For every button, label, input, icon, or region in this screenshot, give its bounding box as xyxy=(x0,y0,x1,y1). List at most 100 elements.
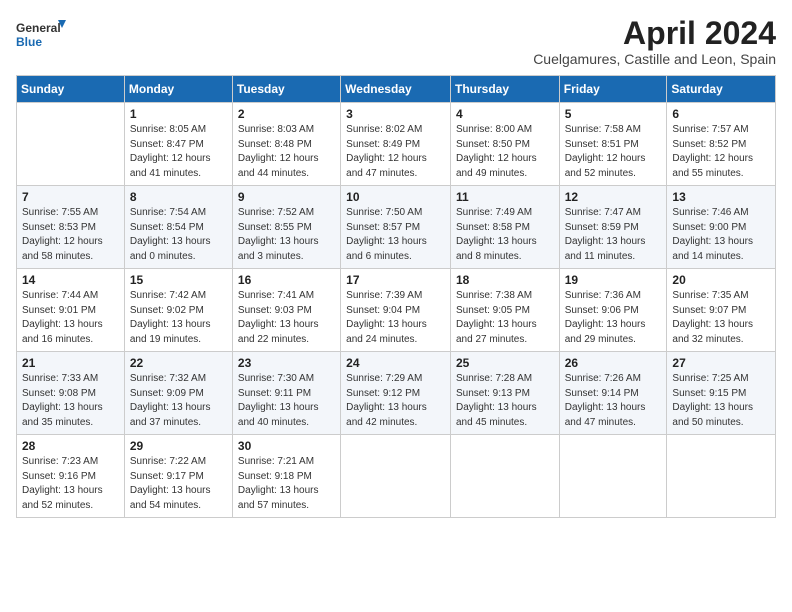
day-number: 16 xyxy=(238,273,335,287)
day-info: Sunrise: 7:41 AM Sunset: 9:03 PM Dayligh… xyxy=(238,289,335,347)
day-info: Sunrise: 7:39 AM Sunset: 9:04 PM Dayligh… xyxy=(346,289,445,347)
day-number: 4 xyxy=(456,107,554,121)
day-info: Sunrise: 7:36 AM Sunset: 9:06 PM Dayligh… xyxy=(565,289,662,347)
calendar-cell xyxy=(559,435,667,518)
calendar-cell xyxy=(450,435,559,518)
calendar-cell: 15Sunrise: 7:42 AM Sunset: 9:02 PM Dayli… xyxy=(124,269,232,352)
calendar-week-row: 14 Sunrise: 7:44 AM Sunset: 9:01 PM Dayli… xyxy=(17,269,776,352)
page-subtitle: Cuelgamures, Castille and Leon, Spain xyxy=(533,51,776,67)
day-info: Sunrise: 7:29 AM Sunset: 9:12 PM Dayligh… xyxy=(346,372,445,430)
calendar-cell: 24 Sunrise: 7:29 AM Sunset: 9:12 PM Dayli… xyxy=(341,352,451,435)
calendar-cell: 29 Sunrise: 7:22 AM Sunset: 9:17 PM Dayli… xyxy=(124,435,232,518)
calendar-cell: 19 Sunrise: 7:36 AM Sunset: 9:06 PM Dayli… xyxy=(559,269,667,352)
day-number: 2 xyxy=(238,107,335,121)
svg-text:General: General xyxy=(16,21,61,35)
day-number: 28 xyxy=(22,439,119,453)
calendar-cell: 3Sunrise: 8:02 AM Sunset: 8:49 PM Daylig… xyxy=(341,103,451,186)
title-block: April 2024 Cuelgamures, Castille and Leo… xyxy=(533,16,776,67)
day-number: 1 xyxy=(130,107,227,121)
calendar-cell: 17Sunrise: 7:39 AM Sunset: 9:04 PM Dayli… xyxy=(341,269,451,352)
day-info: Sunrise: 7:46 AM Sunset: 9:00 PM Dayligh… xyxy=(672,206,770,264)
calendar-week-row: 7Sunrise: 7:55 AM Sunset: 8:53 PM Daylig… xyxy=(17,186,776,269)
day-info: Sunrise: 7:38 AM Sunset: 9:05 PM Dayligh… xyxy=(456,289,554,347)
calendar-cell: 8 Sunrise: 7:54 AM Sunset: 8:54 PM Daylig… xyxy=(124,186,232,269)
day-number: 26 xyxy=(565,356,662,370)
calendar-cell: 23Sunrise: 7:30 AM Sunset: 9:11 PM Dayli… xyxy=(232,352,340,435)
day-info: Sunrise: 7:54 AM Sunset: 8:54 PM Dayligh… xyxy=(130,206,227,264)
day-info: Sunrise: 8:00 AM Sunset: 8:50 PM Dayligh… xyxy=(456,123,554,181)
day-number: 22 xyxy=(130,356,227,370)
logo: General Blue xyxy=(16,16,66,56)
day-info: Sunrise: 7:50 AM Sunset: 8:57 PM Dayligh… xyxy=(346,206,445,264)
day-info: Sunrise: 8:05 AM Sunset: 8:47 PM Dayligh… xyxy=(130,123,227,181)
svg-text:Blue: Blue xyxy=(16,35,42,49)
day-info: Sunrise: 7:30 AM Sunset: 9:11 PM Dayligh… xyxy=(238,372,335,430)
day-number: 30 xyxy=(238,439,335,453)
calendar-header-friday: Friday xyxy=(559,76,667,103)
calendar-cell: 4 Sunrise: 8:00 AM Sunset: 8:50 PM Daylig… xyxy=(450,103,559,186)
calendar-cell: 25 Sunrise: 7:28 AM Sunset: 9:13 PM Dayli… xyxy=(450,352,559,435)
calendar-cell: 7Sunrise: 7:55 AM Sunset: 8:53 PM Daylig… xyxy=(17,186,125,269)
calendar-cell: 10Sunrise: 7:50 AM Sunset: 8:57 PM Dayli… xyxy=(341,186,451,269)
calendar-cell: 2 Sunrise: 8:03 AM Sunset: 8:48 PM Daylig… xyxy=(232,103,340,186)
day-number: 25 xyxy=(456,356,554,370)
calendar-cell xyxy=(17,103,125,186)
day-number: 9 xyxy=(238,190,335,204)
day-info: Sunrise: 7:55 AM Sunset: 8:53 PM Dayligh… xyxy=(22,206,119,264)
calendar-cell: 11 Sunrise: 7:49 AM Sunset: 8:58 PM Dayli… xyxy=(450,186,559,269)
calendar-cell xyxy=(667,435,776,518)
day-number: 29 xyxy=(130,439,227,453)
day-number: 13 xyxy=(672,190,770,204)
day-number: 24 xyxy=(346,356,445,370)
calendar-cell: 5 Sunrise: 7:58 AM Sunset: 8:51 PM Daylig… xyxy=(559,103,667,186)
calendar-week-row: 21 Sunrise: 7:33 AM Sunset: 9:08 PM Dayli… xyxy=(17,352,776,435)
day-info: Sunrise: 7:42 AM Sunset: 9:02 PM Dayligh… xyxy=(130,289,227,347)
day-info: Sunrise: 7:44 AM Sunset: 9:01 PM Dayligh… xyxy=(22,289,119,347)
day-info: Sunrise: 8:03 AM Sunset: 8:48 PM Dayligh… xyxy=(238,123,335,181)
logo-svg: General Blue xyxy=(16,16,66,56)
calendar-table: SundayMondayTuesdayWednesdayThursdayFrid… xyxy=(16,75,776,518)
calendar-cell: 16 Sunrise: 7:41 AM Sunset: 9:03 PM Dayli… xyxy=(232,269,340,352)
calendar-cell: 9Sunrise: 7:52 AM Sunset: 8:55 PM Daylig… xyxy=(232,186,340,269)
day-info: Sunrise: 7:47 AM Sunset: 8:59 PM Dayligh… xyxy=(565,206,662,264)
day-info: Sunrise: 7:23 AM Sunset: 9:16 PM Dayligh… xyxy=(22,455,119,513)
day-number: 20 xyxy=(672,273,770,287)
calendar-week-row: 1 Sunrise: 8:05 AM Sunset: 8:47 PM Daylig… xyxy=(17,103,776,186)
day-number: 5 xyxy=(565,107,662,121)
calendar-cell: 20 Sunrise: 7:35 AM Sunset: 9:07 PM Dayli… xyxy=(667,269,776,352)
day-number: 21 xyxy=(22,356,119,370)
day-info: Sunrise: 7:35 AM Sunset: 9:07 PM Dayligh… xyxy=(672,289,770,347)
calendar-cell: 1 Sunrise: 8:05 AM Sunset: 8:47 PM Daylig… xyxy=(124,103,232,186)
day-number: 14 xyxy=(22,273,119,287)
page-title: April 2024 xyxy=(533,16,776,51)
day-info: Sunrise: 7:33 AM Sunset: 9:08 PM Dayligh… xyxy=(22,372,119,430)
day-info: Sunrise: 8:02 AM Sunset: 8:49 PM Dayligh… xyxy=(346,123,445,181)
calendar-cell: 26 Sunrise: 7:26 AM Sunset: 9:14 PM Dayli… xyxy=(559,352,667,435)
calendar-cell: 30Sunrise: 7:21 AM Sunset: 9:18 PM Dayli… xyxy=(232,435,340,518)
day-info: Sunrise: 7:49 AM Sunset: 8:58 PM Dayligh… xyxy=(456,206,554,264)
calendar-header-sunday: Sunday xyxy=(17,76,125,103)
day-number: 12 xyxy=(565,190,662,204)
day-number: 19 xyxy=(565,273,662,287)
calendar-header-saturday: Saturday xyxy=(667,76,776,103)
calendar-header-thursday: Thursday xyxy=(450,76,559,103)
calendar-cell: 28 Sunrise: 7:23 AM Sunset: 9:16 PM Dayli… xyxy=(17,435,125,518)
calendar-cell: 12 Sunrise: 7:47 AM Sunset: 8:59 PM Dayli… xyxy=(559,186,667,269)
calendar-cell: 22 Sunrise: 7:32 AM Sunset: 9:09 PM Dayli… xyxy=(124,352,232,435)
day-info: Sunrise: 7:28 AM Sunset: 9:13 PM Dayligh… xyxy=(456,372,554,430)
day-info: Sunrise: 7:25 AM Sunset: 9:15 PM Dayligh… xyxy=(672,372,770,430)
calendar-cell: 27Sunrise: 7:25 AM Sunset: 9:15 PM Dayli… xyxy=(667,352,776,435)
calendar-cell: 21 Sunrise: 7:33 AM Sunset: 9:08 PM Dayli… xyxy=(17,352,125,435)
calendar-header-row: SundayMondayTuesdayWednesdayThursdayFrid… xyxy=(17,76,776,103)
day-number: 8 xyxy=(130,190,227,204)
day-info: Sunrise: 7:58 AM Sunset: 8:51 PM Dayligh… xyxy=(565,123,662,181)
calendar-header-tuesday: Tuesday xyxy=(232,76,340,103)
day-number: 11 xyxy=(456,190,554,204)
day-info: Sunrise: 7:22 AM Sunset: 9:17 PM Dayligh… xyxy=(130,455,227,513)
calendar-cell: 6Sunrise: 7:57 AM Sunset: 8:52 PM Daylig… xyxy=(667,103,776,186)
calendar-header-wednesday: Wednesday xyxy=(341,76,451,103)
day-info: Sunrise: 7:26 AM Sunset: 9:14 PM Dayligh… xyxy=(565,372,662,430)
day-number: 6 xyxy=(672,107,770,121)
day-number: 18 xyxy=(456,273,554,287)
day-info: Sunrise: 7:32 AM Sunset: 9:09 PM Dayligh… xyxy=(130,372,227,430)
